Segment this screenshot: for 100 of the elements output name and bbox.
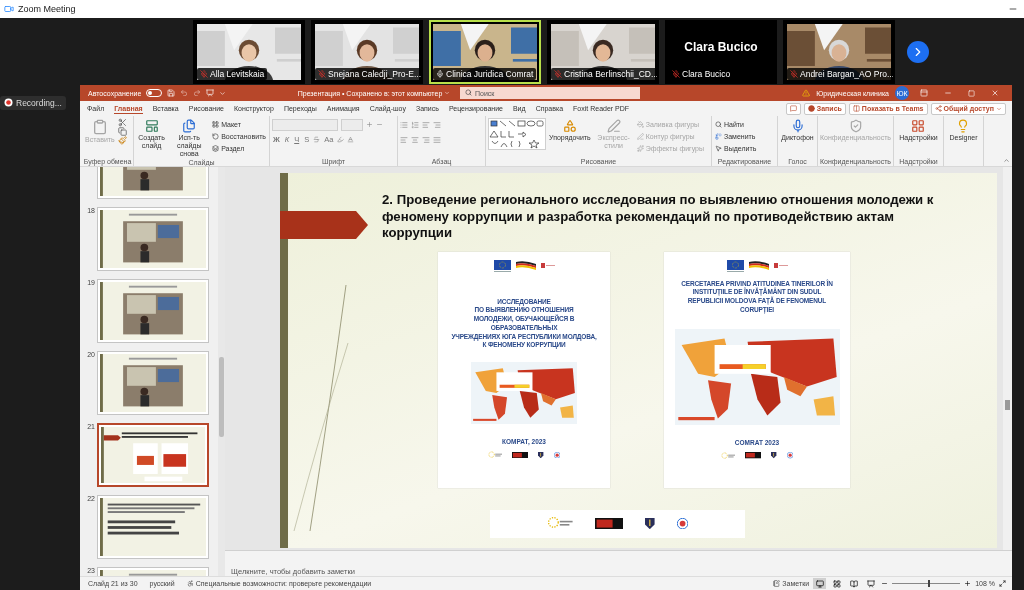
format-painter-icon[interactable] [117, 136, 127, 145]
star-ring-logo-icon [487, 451, 503, 460]
round-emblem-icon [553, 452, 561, 459]
camera-icon [4, 4, 14, 14]
shapes-icon [562, 119, 577, 133]
copy-icon[interactable] [117, 127, 127, 136]
banner-logo-icon [594, 517, 624, 530]
reset-icon [212, 132, 220, 140]
participant-name: Clara Bucico [682, 68, 731, 79]
clipboard-icon [91, 119, 108, 135]
scrollbar[interactable] [1003, 167, 1012, 550]
fit-to-window-icon[interactable] [999, 580, 1006, 587]
logo-icon [773, 262, 788, 269]
record-icon [4, 98, 13, 107]
logo-icon [540, 262, 555, 269]
grid-icon [911, 119, 926, 133]
zoom-slider-thumb[interactable] [928, 580, 931, 587]
participant-name: Clinica Juridica Comrat [446, 68, 534, 79]
recording-indicator[interactable]: Recording... [0, 95, 66, 110]
redo-icon[interactable] [193, 89, 202, 97]
next-page-button[interactable] [907, 40, 929, 63]
font-size-field[interactable] [341, 118, 363, 131]
panel-icon [920, 89, 928, 97]
caret-icon [444, 90, 451, 96]
shield-icon [771, 452, 777, 459]
participant-name-display: Clara Bucico [684, 39, 758, 54]
shield-icon [848, 119, 863, 133]
collapse-ribbon-icon[interactable] [1003, 157, 1010, 164]
numbering-icon[interactable] [411, 120, 419, 129]
pointer-icon [715, 144, 722, 152]
section-icon [212, 144, 220, 152]
round-emblem-icon [676, 517, 689, 530]
view-button[interactable] [864, 578, 878, 589]
normal-view-icon [815, 579, 824, 588]
shield-icon [538, 452, 544, 459]
reading-view-icon [849, 579, 858, 588]
align-center-icon[interactable] [411, 135, 419, 144]
indent-icon[interactable] [422, 120, 430, 129]
search-icon [465, 89, 472, 96]
shrink-font-icon[interactable] [376, 121, 383, 128]
search-icon [715, 120, 722, 128]
caret-icon[interactable] [219, 89, 227, 97]
save-icon[interactable] [167, 89, 176, 97]
star-ring-logo-icon [546, 516, 573, 531]
ribbon-logo-icon [747, 259, 770, 272]
highlighter-icon[interactable] [337, 136, 345, 143]
font-name-field[interactable] [272, 118, 338, 131]
banner-logo-icon [745, 452, 762, 459]
participant-name: Alla Levitskaia [210, 68, 265, 79]
sparkles-icon [636, 144, 644, 152]
outdent-icon[interactable] [433, 120, 441, 129]
pen-icon [606, 119, 621, 133]
scrollbar[interactable] [218, 167, 225, 576]
grow-font-icon[interactable] [366, 121, 373, 128]
align-left-icon[interactable] [400, 135, 408, 144]
record-icon [807, 105, 815, 112]
shapes-gallery[interactable] [488, 118, 546, 150]
strikethrough-icon[interactable] [313, 136, 321, 143]
round-emblem-icon [786, 452, 794, 459]
cut-icon[interactable] [117, 118, 127, 127]
pen-icon [636, 132, 644, 140]
participant-name: Snejana Caledji_Pro-E... [328, 68, 421, 79]
window-title: Zoom Meeting [18, 4, 76, 14]
shield-icon [645, 517, 655, 530]
eu-flag-icon [493, 259, 511, 272]
justify-icon[interactable] [433, 135, 441, 144]
notes-icon [773, 580, 781, 587]
replace-icon [715, 132, 722, 140]
font-color-icon[interactable] [347, 136, 355, 143]
recording-label: Recording... [16, 97, 62, 108]
view-button[interactable] [813, 578, 827, 589]
caret-icon [996, 105, 1002, 112]
comment-icon [789, 105, 797, 112]
new-slide-icon [144, 119, 159, 133]
view-button[interactable] [830, 578, 844, 589]
grid-view-icon [832, 579, 841, 588]
participant-name: Andrei Bargan_AO Pro... [800, 68, 893, 79]
align-right-icon[interactable] [422, 135, 430, 144]
close-icon [991, 89, 999, 97]
view-button[interactable] [847, 578, 861, 589]
banner-logo-icon [512, 452, 529, 459]
eu-flag-icon [726, 259, 744, 272]
comments-button[interactable] [785, 102, 801, 115]
microphone-icon [790, 119, 805, 133]
presentation-icon[interactable] [206, 89, 215, 97]
slides-icon [182, 119, 197, 133]
maximize-icon [968, 89, 975, 97]
share-icon [934, 105, 942, 112]
layout-icon [212, 120, 220, 128]
slideshow-icon [866, 579, 875, 588]
paint-bucket-icon [636, 120, 644, 128]
zoom-out-icon[interactable] [881, 580, 889, 587]
bullets-icon[interactable] [400, 120, 408, 129]
star-ring-logo-icon [720, 451, 736, 460]
accessibility-icon [186, 580, 194, 587]
zoom-in-icon[interactable] [964, 580, 972, 587]
warning-icon [802, 89, 811, 97]
participant-name: Cristina Berlinschii_CD... [564, 68, 657, 79]
undo-icon[interactable] [180, 89, 189, 97]
minimize-icon [944, 89, 952, 97]
